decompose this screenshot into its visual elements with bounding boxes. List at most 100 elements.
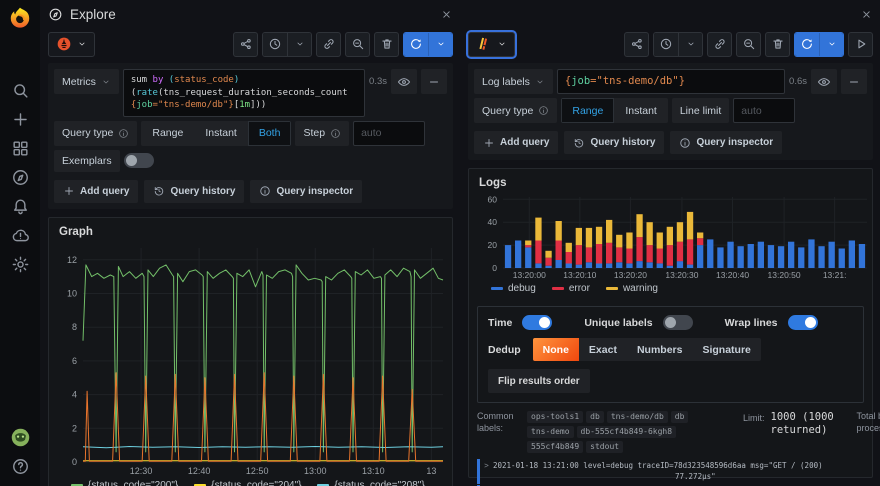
chevron-down-icon [535,77,545,87]
link-button[interactable] [707,32,732,57]
sync-dropdown-toggle[interactable] [819,33,843,56]
legend-item--status-code-208-[interactable]: {status_code="208"} [317,480,424,486]
sidebar-item-plus[interactable] [10,109,30,129]
legend-item-error[interactable]: error [552,283,590,294]
sync-icon-button[interactable] [404,33,428,56]
query-mode-label: Metrics [62,76,96,88]
svg-text:13:10: 13:10 [362,466,385,476]
clock-icon-button[interactable] [654,33,678,56]
remove-query-button[interactable] [421,69,447,94]
add-query-button[interactable]: Add query [54,180,138,203]
query-inspector-button[interactable]: Query inspector [250,180,362,203]
option-range[interactable]: Range [141,121,194,146]
toggle-group-time: Time [488,315,552,330]
dedup-label: Dedup [488,344,521,356]
action-label: Add query [80,186,129,197]
legend-item-warning[interactable]: warning [606,283,658,294]
panel-title: Logs [479,177,864,189]
zoom-out-button[interactable] [345,32,370,57]
sync-dropdown-toggle[interactable] [428,33,452,56]
legend-item-debug[interactable]: debug [491,283,536,294]
svg-text:13:20:10: 13:20:10 [563,270,596,280]
option-both[interactable]: Both [248,121,292,146]
step-input[interactable] [353,121,425,146]
option-signature[interactable]: Signature [692,338,760,361]
sidebar-item-search[interactable] [10,80,30,100]
add-query-button[interactable]: Add query [474,131,558,154]
svg-text:13:00: 13:00 [304,466,327,476]
sidebar-item-apps[interactable] [10,138,30,158]
zoom-out-button[interactable] [736,32,761,57]
option-none[interactable]: None [533,338,579,361]
chevron-down-icon [295,39,305,49]
plus-icon [11,110,30,129]
option-numbers[interactable]: Numbers [627,338,693,361]
sidebar-item-gear[interactable] [10,254,30,274]
svg-text:12: 12 [67,255,77,265]
info-icon [538,105,549,116]
legend-item--status-code-200-[interactable]: {status_code="200"} [71,480,178,486]
logs-histogram-canvas[interactable]: 13:20:0013:20:1013:20:2013:20:3013:20:40… [477,193,864,281]
query-history-button[interactable]: Query history [564,131,664,154]
sidebar-item-compass[interactable] [10,167,30,187]
toggle-query-visibility-button[interactable] [811,69,837,94]
clock-dropdown-toggle[interactable] [678,33,702,56]
logql-query-field[interactable]: {job="tns-demo/db"} [557,69,785,94]
option-range[interactable]: Range [561,98,614,123]
play-button[interactable] [848,32,873,57]
log-labels-dropdown[interactable]: Log labels [474,69,553,94]
query-history-button[interactable]: Query history [144,180,244,203]
option-exact[interactable]: Exact [579,338,627,361]
log-expand-icon[interactable]: > [480,460,493,483]
time-toggle[interactable] [522,315,552,330]
legend-item--status-code-204-[interactable]: {status_code="204"} [194,480,301,486]
datasource-picker-loki[interactable] [468,32,515,57]
close-split-right-icon[interactable] [860,8,873,21]
svg-text:8: 8 [72,322,77,332]
trash-button[interactable] [765,32,790,57]
share-button[interactable] [624,32,649,57]
query-duration: 0.6s [789,76,807,87]
limit-value: 1000 (1000 returned) [771,411,849,453]
minus-icon [847,75,861,89]
promql-query-field[interactable]: sum by (status_code) (rate(tns_request_d… [123,69,365,117]
log-line: 2021-01-18 13:21:00 level=debug traceID=… [493,460,864,483]
sidebar-item-question[interactable] [10,456,30,476]
graph-canvas[interactable]: 12:3012:4012:5013:0013:1013024681012 [57,242,444,478]
datasource-picker-prometheus[interactable] [48,32,95,57]
chevron-down-icon [686,39,696,49]
log-row[interactable]: >2021-01-18 13:21:00 level=debug traceID… [477,459,864,484]
clock-dropdown-toggle[interactable] [287,33,311,56]
common-label-badge: 555cf4b849 [527,441,583,453]
legend-label: error [569,283,590,294]
clock-icon-button[interactable] [263,33,287,56]
exemplars-toggle[interactable] [124,153,154,168]
close-split-left-icon[interactable] [440,8,453,21]
flip-results-order-button[interactable]: Flip results order [488,369,590,393]
avatar-icon [10,427,31,448]
line-limit-input[interactable] [733,98,795,123]
query-duration: 0.3s [369,76,387,87]
wrap-lines-toggle[interactable] [788,315,818,330]
query-inspector-button[interactable]: Query inspector [670,131,782,154]
common-labels-label: Common labels: [477,411,521,453]
dedup-selector: NoneExactNumbersSignature [533,338,761,361]
chevron-down-icon [827,39,837,49]
remove-query-button[interactable] [841,69,867,94]
toggle-query-visibility-button[interactable] [391,69,417,94]
option-instant[interactable]: Instant [614,98,668,123]
query-mode-dropdown[interactable]: Metrics [54,69,119,94]
unique-labels-toggle[interactable] [663,315,693,330]
option-instant[interactable]: Instant [194,121,248,146]
share-button[interactable] [233,32,258,57]
sidebar-item-bell[interactable] [10,196,30,216]
trash-button[interactable] [374,32,399,57]
sync-icon-button[interactable] [795,33,819,56]
link-button[interactable] [316,32,341,57]
sidebar-item-avatar[interactable] [10,427,30,447]
play-icon [854,37,868,51]
sidebar-item-cloud-alert[interactable] [10,225,30,245]
explore-compass-icon [48,7,63,22]
grafana-logo-icon[interactable] [7,6,33,32]
clock-button [653,32,703,57]
